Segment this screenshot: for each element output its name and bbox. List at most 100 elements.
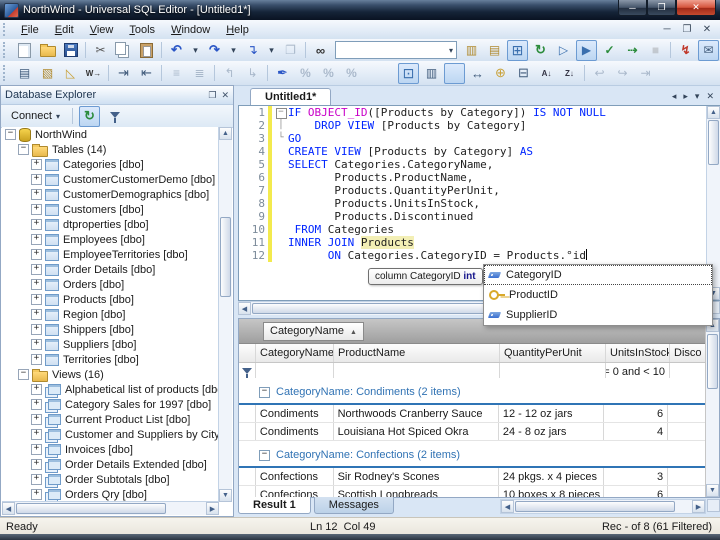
row-selector[interactable] [239, 405, 256, 422]
validate-sql-button[interactable] [599, 40, 620, 61]
new-file-button[interactable] [14, 40, 35, 61]
expand-icon[interactable]: + [31, 234, 42, 245]
highlight-button[interactable] [272, 63, 293, 84]
expand-icon[interactable]: + [31, 429, 42, 440]
tab-messages[interactable]: Messages [314, 497, 394, 514]
fold-collapse-icon[interactable]: − [276, 108, 287, 119]
autocomplete-item-productid[interactable]: ProductID [484, 285, 712, 305]
tree-item-employees-dbo[interactable]: +Employees [dbo] [2, 232, 219, 247]
collapse-icon[interactable]: − [18, 144, 29, 155]
collapse-icon[interactable]: − [5, 129, 16, 140]
scroll-thumb[interactable] [707, 334, 718, 389]
menu-window[interactable]: Window [163, 22, 218, 38]
refresh-button[interactable] [79, 106, 100, 127]
minimize-icon[interactable] [618, 0, 647, 16]
collapse-icon[interactable]: − [18, 369, 29, 380]
tree-item-customerdemographics-dbo[interactable]: +CustomerDemographics [dbo] [2, 187, 219, 202]
outdent-button[interactable] [136, 63, 157, 84]
tree-item-dtproperties-dbo[interactable]: +dtproperties [dbo] [2, 217, 219, 232]
results-horizontal-scrollbar[interactable]: ◀ ▶ [500, 499, 706, 514]
expand-icon[interactable]: + [31, 489, 42, 500]
scroll-thumb[interactable] [515, 501, 675, 512]
tab-untitled1[interactable]: Untitled1* [250, 88, 331, 106]
expand-icon[interactable]: + [31, 279, 42, 290]
disconnect-button[interactable] [675, 40, 696, 61]
best-fit-button[interactable] [467, 63, 488, 84]
menu-edit[interactable]: Edit [47, 22, 82, 38]
mdi-restore-icon[interactable] [680, 24, 694, 35]
tab-list-dropdown-icon[interactable] [695, 91, 700, 102]
tree-item-order-details-dbo[interactable]: +Order Details [dbo] [2, 262, 219, 277]
sort-desc-button[interactable] [559, 63, 580, 84]
copy-button[interactable] [113, 40, 134, 61]
tab-close-icon[interactable] [706, 91, 714, 102]
find-combobox[interactable]: ▾ [335, 41, 457, 59]
autocomplete-item-supplierid[interactable]: SupplierID [484, 305, 712, 325]
scroll-up-icon[interactable]: ▲ [219, 127, 232, 140]
column-header-productname[interactable]: ProductName [334, 344, 500, 362]
expand-icon[interactable]: + [31, 189, 42, 200]
collapse-button[interactable] [513, 63, 534, 84]
expand-icon[interactable]: + [31, 384, 42, 395]
scroll-up-icon[interactable]: ▲ [707, 106, 720, 119]
row-selector[interactable] [239, 423, 256, 440]
expand-icon[interactable]: + [31, 339, 42, 350]
auto-refresh-button[interactable] [530, 40, 551, 61]
expand-icon[interactable]: + [31, 354, 42, 365]
find-button[interactable] [310, 40, 331, 61]
tab-scroll-right-icon[interactable] [683, 91, 688, 102]
table-row[interactable]: ConfectionsScottish Longbreads10 boxes x… [239, 486, 706, 497]
menu-file[interactable]: File [13, 22, 47, 38]
tree-vertical-scrollbar[interactable]: ▲ ▼ [218, 127, 232, 502]
column-header-disco[interactable]: Disco [670, 344, 708, 362]
group-by-column-button[interactable]: CategoryName [263, 322, 364, 341]
scroll-thumb[interactable] [708, 120, 719, 165]
indent-button[interactable] [113, 63, 134, 84]
save-button[interactable] [60, 40, 81, 61]
expand-icon[interactable]: + [31, 309, 42, 320]
restore-icon[interactable] [647, 0, 676, 16]
expand-icon[interactable]: + [31, 459, 42, 470]
tree-item-orders-dbo[interactable]: +Orders [dbo] [2, 277, 219, 292]
tab-result-1[interactable]: Result 1 [238, 497, 311, 514]
expand-icon[interactable]: + [31, 294, 42, 305]
cut-button[interactable] [90, 40, 111, 61]
tree-item-category-sales-for-1997-dbo[interactable]: +Category Sales for 1997 [dbo] [2, 397, 219, 412]
menu-tools[interactable]: Tools [121, 22, 163, 38]
new-connection-button[interactable] [461, 40, 482, 61]
resize-grip[interactable] [707, 499, 720, 512]
undo-button[interactable] [166, 40, 187, 61]
column-header-categoryname[interactable]: CategoryName [256, 344, 334, 362]
explorer-filter-button[interactable] [104, 106, 125, 127]
tree-item-invoices-dbo[interactable]: +Invoices [dbo] [2, 442, 219, 457]
results-pane-button[interactable] [507, 40, 528, 61]
close-icon[interactable] [676, 0, 716, 16]
insert-template-button[interactable] [242, 40, 263, 61]
expand-icon[interactable]: + [31, 399, 42, 410]
expand-icon[interactable]: + [31, 249, 42, 260]
word-wrap-button[interactable] [83, 63, 104, 84]
expand-icon[interactable]: + [31, 204, 42, 215]
scroll-thumb[interactable] [220, 217, 231, 297]
tree-item-current-product-list-dbo[interactable]: +Current Product List [dbo] [2, 412, 219, 427]
tree-item-territories-dbo[interactable]: +Territories [dbo] [2, 352, 219, 367]
expand-icon[interactable]: + [31, 174, 42, 185]
connection-properties-button[interactable] [484, 40, 505, 61]
tree-item-products-dbo[interactable]: +Products [dbo] [2, 292, 219, 307]
panel-float-icon[interactable] [208, 90, 216, 101]
expand-icon[interactable]: + [31, 474, 42, 485]
tree-item-suppliers-dbo[interactable]: +Suppliers [dbo] [2, 337, 219, 352]
scroll-left-icon[interactable]: ◀ [501, 500, 514, 513]
connect-button[interactable]: Connect ▾ [4, 107, 67, 125]
send-results-button[interactable] [698, 40, 719, 61]
sort-asc-button[interactable] [536, 63, 557, 84]
group-by-button[interactable] [398, 63, 419, 84]
panel-close-icon[interactable] [221, 90, 229, 101]
paste-button[interactable] [136, 40, 157, 61]
row-selector[interactable] [239, 468, 256, 485]
table-row[interactable]: CondimentsNorthwoods Cranberry Sauce12 -… [239, 405, 706, 423]
column-header-unitsinstock[interactable]: UnitsInStock [606, 344, 670, 362]
expand-icon[interactable]: + [31, 444, 42, 455]
mdi-close-icon[interactable] [700, 24, 714, 35]
tree-item-categories-dbo[interactable]: +Categories [dbo] [2, 157, 219, 172]
